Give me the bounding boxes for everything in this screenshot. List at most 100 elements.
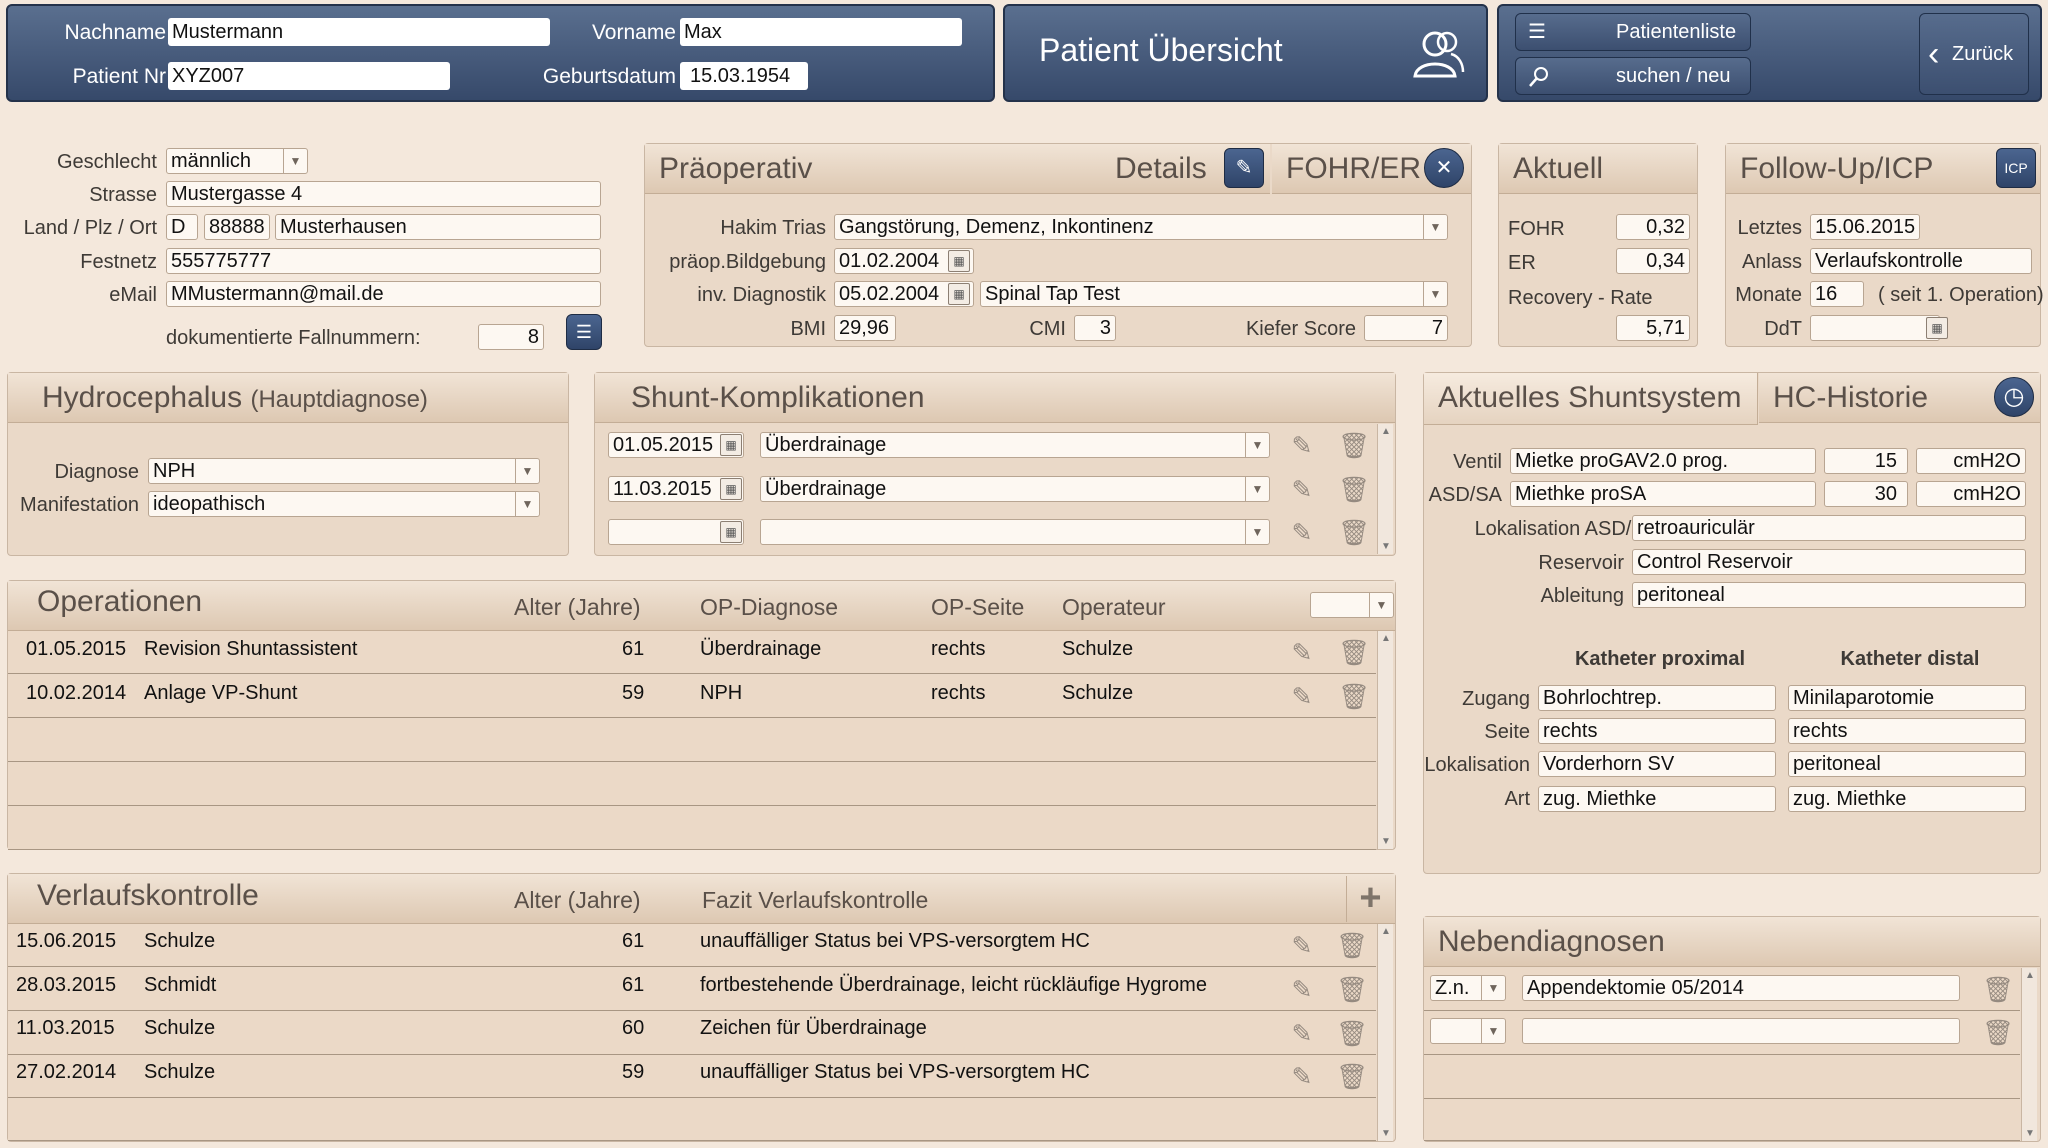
trash-icon[interactable]: 🗑 xyxy=(1982,1017,2014,1049)
shunt-komp-select[interactable]: Überdrainage ▼ xyxy=(760,432,1270,458)
ddt-field[interactable] xyxy=(1810,315,1940,341)
neben-scrollbar[interactable]: ▲ ▼ xyxy=(2021,968,2037,1141)
neben-value-field[interactable] xyxy=(1522,1018,1960,1044)
pencil-icon[interactable]: ✎ xyxy=(1286,517,1318,549)
calendar-icon[interactable]: ▦ xyxy=(720,521,742,543)
history-clock-icon[interactable]: ◷ xyxy=(1994,377,2034,417)
pencil-icon[interactable]: ✎ xyxy=(1286,974,1318,1006)
trash-icon[interactable]: 🗑 xyxy=(1336,1061,1368,1093)
trash-icon[interactable]: 🗑 xyxy=(1982,974,2014,1006)
fallnummern-list-button[interactable]: ☰ xyxy=(566,314,602,350)
close-icon[interactable]: ✕ xyxy=(1424,148,1464,188)
fohr-label: FOHR xyxy=(1508,218,1565,240)
pencil-icon[interactable]: ✎ xyxy=(1286,1018,1318,1050)
geburtsdatum-field[interactable]: 15.03.1954 xyxy=(680,62,808,90)
hydrocephalus-title: Hydrocephalus (Hauptdiagnose) xyxy=(8,373,568,423)
fallnummern-field: 8 xyxy=(478,324,544,350)
pencil-icon[interactable]: ✎ xyxy=(1286,930,1318,962)
edit-details-button[interactable]: ✎ xyxy=(1224,148,1264,188)
hakim-select[interactable]: Gangstörung, Demenz, Inkontinenz ▼ xyxy=(834,214,1448,240)
trash-icon[interactable]: 🗑 xyxy=(1338,517,1370,549)
calendar-icon[interactable]: ▦ xyxy=(720,478,742,500)
hakim-label: Hakim Trias xyxy=(720,217,826,239)
trash-icon[interactable]: 🗑 xyxy=(1338,474,1370,506)
pencil-icon[interactable]: ✎ xyxy=(1286,474,1318,506)
festnetz-field[interactable]: 555775777 xyxy=(166,248,601,274)
shunt-komp-select[interactable]: ▼ xyxy=(760,519,1270,545)
verlauf-alter: 59 xyxy=(622,1061,645,1083)
aktuell-title: Aktuell xyxy=(1499,144,1697,194)
cmi-field[interactable]: 3 xyxy=(1074,315,1116,341)
manifestation-value: ideopathisch xyxy=(153,493,266,515)
pencil-icon[interactable]: ✎ xyxy=(1286,430,1318,462)
details-label: Details xyxy=(1115,152,1207,185)
patientenliste-button[interactable]: ☰ Patientenliste xyxy=(1515,13,1751,51)
neben-prefix-select[interactable]: ▼ xyxy=(1430,1018,1506,1044)
bildgebung-label: präop.Bildgebung xyxy=(669,251,826,273)
op-name: Anlage VP-Shunt xyxy=(144,682,298,704)
manifestation-select[interactable]: ideopathisch ▼ xyxy=(148,491,540,517)
anlass-label: Anlass xyxy=(1741,251,1802,273)
pencil-icon[interactable]: ✎ xyxy=(1286,681,1318,713)
table-row-empty xyxy=(1424,1100,2020,1141)
email-field[interactable]: MMustermann@mail.de xyxy=(166,281,601,307)
zurueck-button[interactable]: ‹ Zurück xyxy=(1919,13,2029,95)
calendar-icon[interactable]: ▦ xyxy=(948,283,970,305)
ableitung-field: peritoneal xyxy=(1632,582,2026,608)
nebendiagnosen-title: Nebendiagnosen xyxy=(1424,917,2040,967)
geschlecht-select[interactable]: männlich ▼ xyxy=(166,148,308,174)
tab-aktuelles-shuntsystem[interactable]: Aktuelles Shuntsystem xyxy=(1424,373,1758,425)
shunt-komp-value: Überdrainage xyxy=(765,478,887,500)
diagnostik-select[interactable]: Spinal Tap Test ▼ xyxy=(980,281,1448,307)
trash-icon[interactable]: 🗑 xyxy=(1338,430,1370,462)
calendar-icon[interactable]: ▦ xyxy=(1926,317,1948,339)
neben-prefix-select[interactable]: Z.n. ▼ xyxy=(1430,975,1506,1001)
title-panel: Patient Übersicht xyxy=(1003,4,1488,102)
calendar-icon[interactable]: ▦ xyxy=(948,250,970,272)
chevron-down-icon: ▼ xyxy=(1481,976,1505,1000)
tab-aktuell-label: Aktuelles Shuntsystem xyxy=(1438,381,1742,414)
bmi-field[interactable]: 29,96 xyxy=(834,315,896,341)
shunt-komp-scrollbar[interactable]: ▲ ▼ xyxy=(1377,424,1393,554)
ddt-label: DdT xyxy=(1764,318,1802,340)
verlauf-arzt: Schulze xyxy=(144,1061,216,1083)
verlauf-scrollbar[interactable]: ▲ ▼ xyxy=(1377,924,1393,1141)
kiefer-field[interactable]: 7 xyxy=(1364,315,1448,341)
zugang-proximal-field: Bohrlochtrep. xyxy=(1538,685,1776,711)
op-alter: 61 xyxy=(622,638,645,660)
plz-field[interactable]: 88888 xyxy=(204,214,270,240)
art-proximal-field: zug. Miethke xyxy=(1538,786,1776,812)
add-verlauf-button[interactable]: + xyxy=(1346,876,1394,922)
shunt-komp-select[interactable]: Überdrainage ▼ xyxy=(760,476,1270,502)
neben-value-field[interactable]: Appendektomie 05/2014 xyxy=(1522,975,1960,1001)
fallnummern-label: dokumentierte Fallnummern: xyxy=(166,327,421,349)
operationen-filter-select[interactable]: ▼ xyxy=(1310,592,1394,618)
fohr-er-heading: FOHR/ER xyxy=(1286,152,1421,185)
trash-icon[interactable]: 🗑 xyxy=(1338,637,1370,669)
icp-button[interactable]: ICP xyxy=(1996,148,2036,188)
hydrocephalus-subtitle: (Hauptdiagnose) xyxy=(250,386,428,413)
trash-icon[interactable]: 🗑 xyxy=(1336,930,1368,962)
suchen-neu-button[interactable]: suchen / neu xyxy=(1515,57,1751,95)
calendar-icon[interactable]: ▦ xyxy=(720,434,742,456)
pencil-icon[interactable]: ✎ xyxy=(1286,637,1318,669)
asd-num-field: 30 xyxy=(1824,481,1908,507)
trash-icon[interactable]: 🗑 xyxy=(1336,974,1368,1006)
land-field[interactable]: D xyxy=(166,214,198,240)
diagnose-select[interactable]: NPH ▼ xyxy=(148,458,540,484)
nachname-field[interactable]: Mustermann xyxy=(168,18,550,46)
pencil-icon[interactable]: ✎ xyxy=(1286,1061,1318,1093)
trash-icon[interactable]: 🗑 xyxy=(1338,681,1370,713)
chevron-down-icon: ▼ xyxy=(1369,593,1393,617)
vorname-field[interactable]: Max xyxy=(680,18,962,46)
strasse-field[interactable]: Mustergasse 4 xyxy=(166,181,601,207)
patient-nr-field[interactable]: XYZ007 xyxy=(168,62,450,90)
trash-icon[interactable]: 🗑 xyxy=(1336,1018,1368,1050)
col-alter: Alter (Jahre) xyxy=(514,887,641,913)
verlauf-alter: 61 xyxy=(622,974,645,996)
chevron-down-icon: ▼ xyxy=(515,492,539,516)
ort-field[interactable]: Musterhausen xyxy=(275,214,601,240)
patients-icon[interactable] xyxy=(1411,28,1467,80)
operationen-scrollbar[interactable]: ▲ ▼ xyxy=(1377,631,1393,849)
seite-distal-field: rechts xyxy=(1788,718,2026,744)
